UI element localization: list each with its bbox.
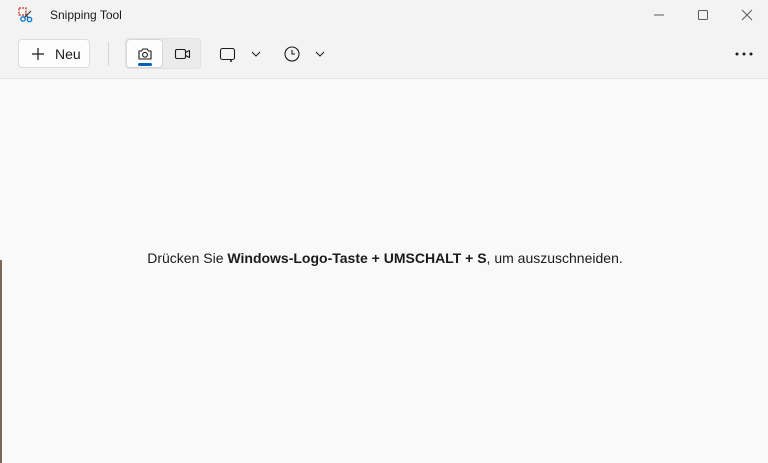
toolbar-divider bbox=[108, 42, 109, 66]
rectangle-snip-icon bbox=[219, 47, 236, 62]
clock-icon bbox=[284, 45, 300, 62]
screenshot-mode-button[interactable] bbox=[126, 39, 163, 68]
selected-mode-indicator bbox=[138, 63, 152, 66]
chevron-down-icon bbox=[315, 51, 325, 57]
minimize-button[interactable] bbox=[636, 0, 682, 30]
toolbar: Neu bbox=[0, 30, 768, 79]
hint-prefix: Drücken Sie bbox=[147, 250, 228, 266]
keyboard-shortcut-hint: Drücken Sie Windows-Logo-Taste + UMSCHAL… bbox=[2, 250, 768, 266]
more-dots-icon bbox=[735, 52, 753, 55]
capture-mode-toggle bbox=[125, 38, 201, 69]
snipping-tool-icon bbox=[18, 7, 34, 23]
close-button[interactable] bbox=[724, 0, 768, 30]
minimize-icon bbox=[654, 14, 664, 16]
snipping-tool-window: Snipping Tool Neu Drücken Sie Windows-Lo… bbox=[0, 0, 768, 463]
camera-icon bbox=[137, 47, 152, 60]
close-icon bbox=[741, 9, 753, 21]
hint-suffix: , um auszuschneiden. bbox=[486, 250, 623, 266]
new-snip-label: Neu bbox=[55, 45, 81, 62]
delay-timer-dropdown[interactable] bbox=[276, 39, 332, 68]
snip-shape-dropdown[interactable] bbox=[212, 39, 268, 68]
title-bar[interactable]: Snipping Tool bbox=[0, 0, 768, 30]
window-title: Snipping Tool bbox=[50, 8, 122, 22]
snip-canvas-area: Drücken Sie Windows-Logo-Taste + UMSCHAL… bbox=[2, 79, 768, 463]
chevron-down-icon bbox=[251, 51, 261, 57]
video-mode-button[interactable] bbox=[164, 39, 201, 68]
maximize-button[interactable] bbox=[680, 0, 726, 30]
plus-icon bbox=[32, 47, 44, 60]
more-options-button[interactable] bbox=[728, 39, 760, 68]
video-camera-icon bbox=[174, 48, 191, 59]
maximize-icon bbox=[698, 10, 708, 20]
hint-shortcut-keys: Windows-Logo-Taste + UMSCHALT + S bbox=[227, 250, 487, 266]
new-snip-button[interactable]: Neu bbox=[18, 39, 90, 68]
